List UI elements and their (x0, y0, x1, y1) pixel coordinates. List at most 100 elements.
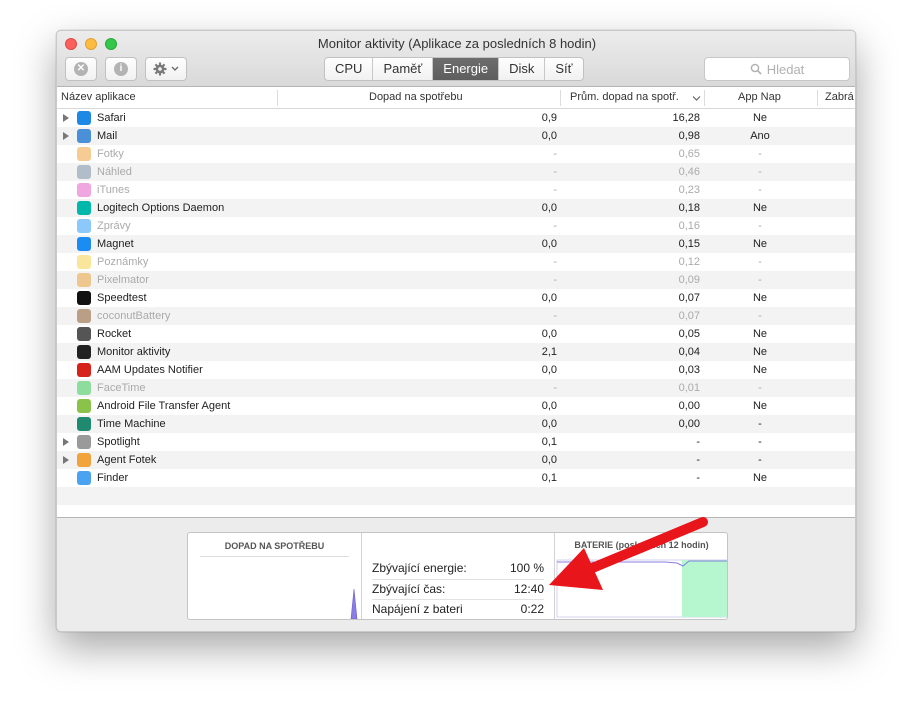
table-row[interactable]: Poznámky - 0,12 - (57, 253, 855, 271)
app-nap-value: - (758, 382, 762, 394)
energy-impact-value: 0,1 (541, 472, 557, 484)
table-row[interactable]: Safari 0,9 16,28 Ne (57, 109, 855, 127)
activity-monitor-icon (77, 345, 91, 359)
search-field[interactable]: Hledat (704, 57, 850, 81)
avg-energy-impact-value: 0,05 (678, 328, 700, 340)
energy-impact-value: - (553, 148, 557, 160)
empty-row (57, 487, 855, 505)
app-nap-value: Ne (752, 112, 768, 124)
preview-icon (77, 165, 91, 179)
table-row[interactable]: Time Machine 0,0 0,00 - (57, 415, 855, 433)
table-row[interactable]: iTunes - 0,23 - (57, 181, 855, 199)
app-name: FaceTime (97, 382, 146, 394)
table-row[interactable]: Magnet 0,0 0,15 Ne (57, 235, 855, 253)
rocket-icon (77, 327, 91, 341)
speedtest-icon (77, 291, 91, 305)
column-header-app-nap[interactable]: App Nap (738, 91, 781, 103)
stat-time-remaining: Zbývající čas: 12:40 (372, 579, 544, 599)
avg-energy-impact-value: 0,15 (678, 238, 700, 250)
coconut-icon (77, 309, 91, 323)
energy-impact-value: - (553, 184, 557, 196)
avg-energy-impact-value: 0,07 (678, 292, 700, 304)
disclosure-triangle-icon[interactable] (63, 114, 69, 122)
app-name: Monitor aktivity (97, 346, 171, 358)
app-nap-value: - (758, 166, 762, 178)
disclosure-triangle-icon[interactable] (63, 438, 69, 446)
energy-summary-area: DOPAD NA SPOTŘEBU Zbývající energie: 100… (57, 517, 855, 631)
stop-icon: ✕ (74, 62, 88, 76)
finder-icon (77, 471, 91, 485)
table-row[interactable]: Náhled - 0,46 - (57, 163, 855, 181)
inspect-process-button[interactable]: i (105, 57, 137, 81)
tab-energy[interactable]: Energie (433, 58, 500, 80)
app-nap-value: - (758, 310, 762, 322)
energy-impact-value: 2,1 (541, 346, 557, 358)
energy-impact-value: - (553, 382, 557, 394)
energy-impact-value: 0,0 (541, 328, 557, 340)
activity-monitor-window: Monitor aktivity (Aplikace za posledních… (56, 30, 856, 632)
avg-energy-impact-value: 0,03 (678, 364, 700, 376)
table-row[interactable]: FaceTime - 0,01 - (57, 379, 855, 397)
tab-network[interactable]: Síť (545, 58, 582, 80)
table-row[interactable]: Agent Fotek 0,0 - - (57, 451, 855, 469)
table-row[interactable]: Fotky - 0,65 - (57, 145, 855, 163)
process-table: Safari 0,9 16,28 Ne Mail 0,0 0,98 Ano Fotky - 0,65… (57, 109, 855, 505)
safari-icon (77, 111, 91, 125)
table-row[interactable]: Logitech Options Daemon 0,0 0,18 Ne (57, 199, 855, 217)
search-placeholder: Hledat (766, 61, 805, 77)
energy-impact-value: 0,1 (541, 436, 557, 448)
energy-impact-value: - (553, 274, 557, 286)
table-row[interactable]: Android File Transfer Agent 0,0 0,00 Ne (57, 397, 855, 415)
table-row[interactable]: Speedtest 0,0 0,07 Ne (57, 289, 855, 307)
energy-impact-value: 0,0 (541, 130, 557, 142)
avg-energy-impact-value: 0,98 (678, 130, 700, 142)
pixelmator-icon (77, 273, 91, 287)
tab-memory[interactable]: Paměť (373, 58, 434, 80)
app-nap-value: - (758, 184, 762, 196)
mail-icon (77, 129, 91, 143)
avg-energy-impact-value: 0,23 (678, 184, 700, 196)
app-nap-value: Ano (750, 130, 770, 142)
table-row[interactable]: Rocket 0,0 0,05 Ne (57, 325, 855, 343)
battery-level-chart (556, 559, 727, 618)
energy-impact-graph: DOPAD NA SPOTŘEBU (188, 533, 362, 619)
column-header-impact[interactable]: Dopad na spotřebu (369, 91, 463, 103)
column-header-name[interactable]: Název aplikace (61, 91, 136, 103)
energy-impact-value: 0,0 (541, 292, 557, 304)
avg-energy-impact-value: 0,00 (678, 400, 700, 412)
energy-impact-value: - (553, 256, 557, 268)
notes-icon (77, 255, 91, 269)
table-row[interactable]: Pixelmator - 0,09 - (57, 271, 855, 289)
avg-energy-impact-value: 0,09 (678, 274, 700, 286)
avg-energy-impact-value: 0,04 (678, 346, 700, 358)
table-row[interactable]: AAM Updates Notifier 0,0 0,03 Ne (57, 361, 855, 379)
table-row[interactable]: coconutBattery - 0,07 - (57, 307, 855, 325)
action-menu-button[interactable] (145, 57, 187, 81)
column-header-avg-impact[interactable]: Prům. dopad na spotř. (570, 91, 679, 103)
app-nap-value: - (758, 148, 762, 160)
disclosure-triangle-icon[interactable] (63, 132, 69, 140)
table-row[interactable]: Zprávy - 0,16 - (57, 217, 855, 235)
app-name: Android File Transfer Agent (97, 400, 231, 412)
tab-disk[interactable]: Disk (499, 58, 546, 80)
column-header-preventing-sleep[interactable]: Zabrá (825, 91, 854, 103)
time-machine-icon (77, 417, 91, 431)
table-row[interactable]: Mail 0,0 0,98 Ano (57, 127, 855, 145)
avg-energy-impact-value: 0,46 (678, 166, 700, 178)
table-row[interactable]: Monitor aktivity 2,1 0,04 Ne (57, 343, 855, 361)
app-nap-value: Ne (752, 364, 768, 376)
tab-cpu[interactable]: CPU (325, 58, 374, 80)
android-icon (77, 399, 91, 413)
energy-summary-panel: DOPAD NA SPOTŘEBU Zbývající energie: 100… (187, 532, 728, 620)
stop-process-button[interactable]: ✕ (65, 57, 97, 81)
table-row[interactable]: Finder 0,1 - Ne (57, 469, 855, 487)
window-title: Monitor aktivity (Aplikace za posledních… (317, 36, 597, 51)
energy-impact-value: 0,0 (541, 364, 557, 376)
magnet-icon (77, 237, 91, 251)
disclosure-triangle-icon[interactable] (63, 456, 69, 464)
photos-icon (77, 147, 91, 161)
energy-impact-value: 0,0 (541, 238, 557, 250)
table-row[interactable]: Spotlight 0,1 - - (57, 433, 855, 451)
energy-impact-value: - (553, 310, 557, 322)
app-nap-value: Ne (752, 238, 768, 250)
